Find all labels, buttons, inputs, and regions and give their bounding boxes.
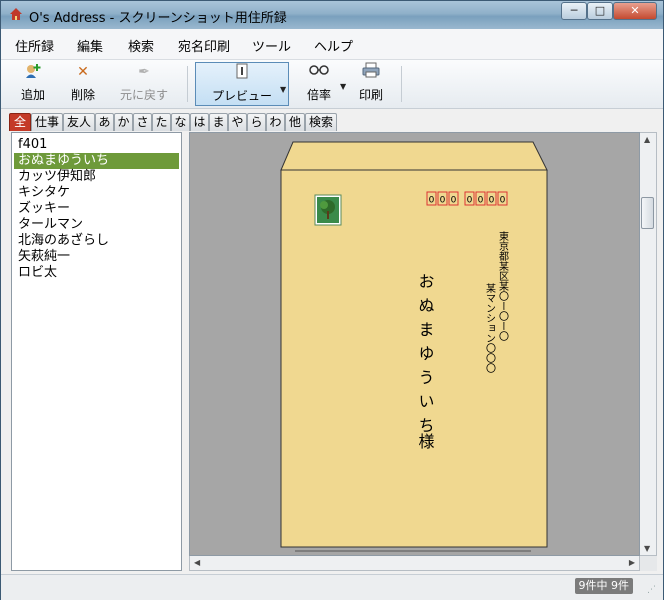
delete-button[interactable]: ✕ 削除 [63,62,103,106]
list-item[interactable]: キシタケ [14,185,179,201]
envelope-flap [280,141,548,171]
toolbar: 追加 ✕ 削除 ✒ 元に戻す プレビュー ▼ 倍率 ▼ 印刷 [1,60,663,109]
feather-icon: ✒ [138,64,150,80]
list-item-selected[interactable]: おぬまゆういち [14,153,179,169]
recipient-honorific: 様 [416,433,435,449]
list-item[interactable]: 矢萩純一 [14,249,179,265]
undo-label: 元に戻す [119,88,168,102]
list-item[interactable]: 北海のあざらし [14,233,179,249]
menu-bar: 住所録 編集 検索 宛名印刷 ツール ヘルプ [1,29,663,60]
add-person-icon [13,62,53,82]
postal-digit: 0 [478,196,484,206]
tab-a[interactable]: あ [95,113,114,131]
tab-ka[interactable]: か [114,113,133,131]
scroll-thumb[interactable] [641,197,654,229]
minimize-button[interactable]: ─ [561,2,587,20]
tab-ha[interactable]: は [190,113,209,131]
vertical-scrollbar[interactable]: ▲ ▼ [640,132,657,556]
postal-digit: 0 [500,196,506,206]
add-button[interactable]: 追加 [13,62,53,106]
title-bar[interactable]: O's Address - スクリーンショット用住所録 ─ □ ✕ [1,1,663,29]
address-line-2: 某マンション〇〇〇 [484,283,496,373]
toolbar-separator [401,66,402,102]
scroll-left-icon[interactable]: ◀ [194,558,200,567]
scroll-corner [640,556,657,571]
toolbar-separator [187,66,188,102]
postal-digit: 0 [467,196,473,206]
address-line-1: 東京都某区某〇ー〇ー〇 [497,230,509,341]
tab-friends[interactable]: 友人 [63,113,95,131]
menu-search[interactable]: 検索 [128,36,154,55]
printer-icon [353,62,389,82]
scroll-down-icon[interactable]: ▼ [644,544,650,553]
tab-all[interactable]: 全 [9,113,31,131]
tab-na[interactable]: な [171,113,190,131]
tab-ra[interactable]: ら [247,113,266,131]
list-item[interactable]: ロビ太 [14,265,179,281]
menu-help[interactable]: ヘルプ [314,36,353,55]
list-item[interactable]: カッツ伊知郎 [14,169,179,185]
delete-label: 削除 [70,88,95,102]
list-item[interactable]: ズッキー [14,201,179,217]
menu-edit[interactable]: 編集 [77,36,103,55]
postal-digit: 0 [451,196,457,206]
zoom-dropdown-icon[interactable]: ▼ [340,82,346,91]
delete-x-icon: ✕ [77,64,89,80]
recipient-name: おぬまゆういち [416,273,435,441]
menu-address-book[interactable]: 住所録 [15,36,54,55]
scroll-right-icon[interactable]: ▶ [629,558,635,567]
tab-ma[interactable]: ま [209,113,228,131]
horizontal-scrollbar[interactable]: ◀ ▶ [189,556,640,571]
zoom-button[interactable]: 倍率 [299,62,339,106]
preview-page-icon [196,63,288,83]
tab-search[interactable]: 検索 [305,113,337,131]
tab-wa[interactable]: わ [266,113,285,131]
postal-digit: 0 [489,196,495,206]
stamp-icon [314,194,342,226]
postal-digit: 0 [440,196,446,206]
scroll-up-icon[interactable]: ▲ [644,135,650,144]
resize-grip-icon[interactable]: ⋰ [647,585,659,597]
window-title: O's Address - スクリーンショット用住所録 [29,11,287,26]
envelope-preview: 0 0 0 0 0 0 0 東京都某区某〇ー〇ー〇 某マンション〇〇〇 おぬまゆ… [280,141,548,552]
tab-work[interactable]: 仕事 [31,113,63,131]
zoom-label: 倍率 [306,88,331,102]
app-window: O's Address - スクリーンショット用住所録 ─ □ ✕ 住所録 編集… [0,0,664,600]
record-count: 9件中 9件 [574,578,633,594]
envelope-preview-pane[interactable]: 0 0 0 0 0 0 0 東京都某区某〇ー〇ー〇 某マンション〇〇〇 おぬまゆ… [189,132,640,556]
undo-button[interactable]: ✒ 元に戻す [113,62,175,106]
print-button[interactable]: 印刷 [353,62,389,106]
menu-print-address[interactable]: 宛名印刷 [178,36,230,55]
preview-button[interactable]: プレビュー ▼ [195,62,289,106]
status-bar: 9件中 9件 ⋰ [1,574,663,600]
preview-dropdown-icon[interactable]: ▼ [280,85,286,94]
envelope-body [280,169,548,548]
add-label: 追加 [20,88,45,102]
tab-sa[interactable]: さ [133,113,152,131]
menu-tools[interactable]: ツール [252,36,291,55]
tab-other[interactable]: 他 [285,113,305,131]
close-button[interactable]: ✕ [613,2,657,20]
tab-ya[interactable]: や [228,113,247,131]
list-item[interactable]: タールマン [14,217,179,233]
postal-digit: 0 [429,196,435,206]
tab-ta[interactable]: た [152,113,171,131]
list-item[interactable]: f401 [14,137,179,153]
glasses-icon [299,62,339,82]
print-label: 印刷 [358,88,383,102]
preview-label: プレビュー [211,89,272,103]
maximize-button[interactable]: □ [587,2,613,20]
contact-list[interactable]: f401 おぬまゆういち カッツ伊知郎 キシタケ ズッキー タールマン 北海のあ… [11,132,182,571]
house-icon [10,8,22,20]
